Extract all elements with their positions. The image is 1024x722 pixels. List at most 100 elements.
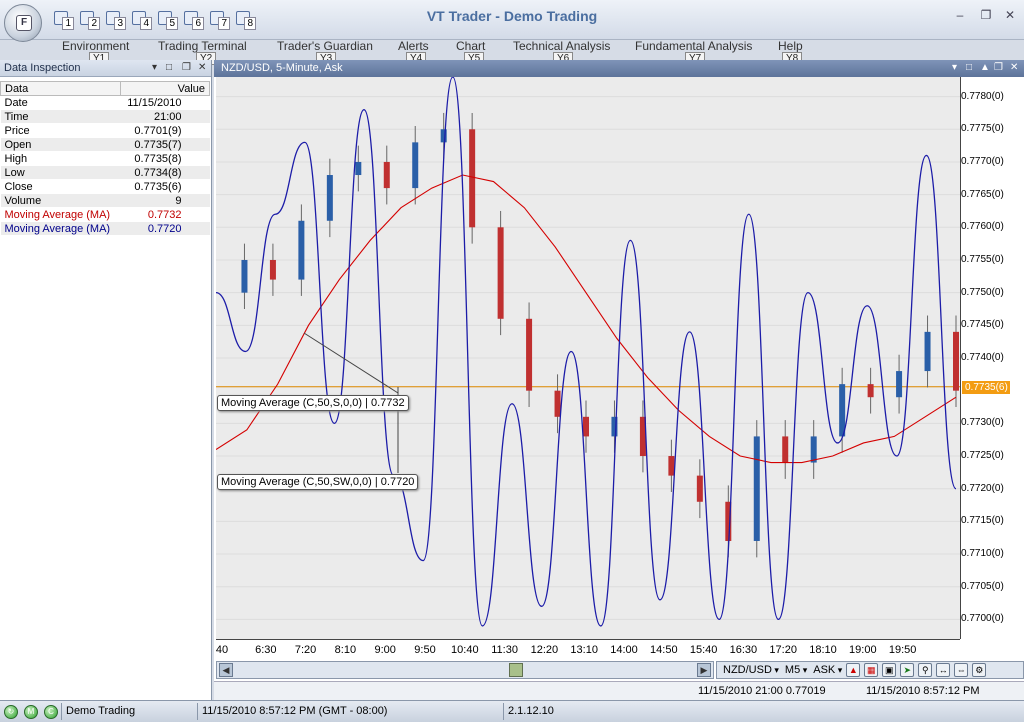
candle-body — [298, 220, 305, 280]
pin-icon[interactable]: ▲ — [980, 60, 990, 76]
table-row[interactable]: Volume 9 — [0, 193, 210, 208]
minimize-icon[interactable]: – — [950, 8, 970, 22]
period-dropdown[interactable]: M5 — [785, 664, 807, 676]
chart-plot-area[interactable]: Moving Average (C,50,S,0,0) | 0.7732 Mov… — [216, 77, 960, 639]
row-label: Close — [0, 179, 121, 194]
x-tick-label: 19:50 — [888, 644, 917, 656]
menu-trading-terminal[interactable]: Trading Terminal — [158, 39, 247, 53]
scroll-right-icon[interactable]: ▶ — [697, 663, 711, 677]
y-tick-label: 0.7700(0) — [961, 613, 1004, 625]
table-row[interactable]: Date 11/15/2010 — [0, 95, 210, 110]
table-row[interactable]: Time 21:00 — [0, 109, 210, 124]
connection-icon[interactable]: ↻ — [4, 705, 18, 719]
y-tick-label: 0.7745(0) — [961, 319, 1004, 331]
ma-weighted-label[interactable]: Moving Average (C,50,SW,0,0) | 0.7720 — [217, 474, 419, 490]
symbol-dropdown[interactable]: NZD/USD — [723, 664, 779, 676]
float-icon[interactable]: ❐ — [182, 60, 191, 76]
scroll-thumb[interactable] — [509, 663, 523, 677]
menu-technical-analysis[interactable]: Technical Analysis — [513, 39, 610, 53]
x-tick-label: 6:30 — [255, 644, 277, 656]
zoom-icon[interactable]: ⚲ — [918, 663, 933, 677]
price-axis[interactable]: 0.7735(6) 0.7780(0) 0.7775(0) 0.7770(0) 0.7… — [960, 77, 1024, 639]
compress-icon[interactable]: ⇔ — [954, 663, 969, 677]
candle-body — [469, 129, 476, 228]
time-axis[interactable]: 40 6:30 7:20 8:10 9:00 9:50 10:40 11:30 12:20 13:… — [216, 639, 960, 659]
panel-header: Data Inspection ▾ □ ❐ ✕ — [0, 60, 211, 77]
data-inspection-panel: Data Inspection ▾ □ ❐ ✕ Data Value Date 1… — [0, 60, 212, 700]
x-tick-label: 7:20 — [294, 644, 317, 656]
y-tick-label: 0.7775(0) — [961, 123, 1004, 135]
menu-bar: Environment Trading Terminal Trader's Gu… — [0, 38, 1024, 65]
y-tick-label: 0.7710(0) — [961, 548, 1004, 560]
x-tick-label: 14:00 — [610, 644, 638, 656]
settings-icon[interactable]: ⚙ — [972, 663, 987, 677]
menu-alerts[interactable]: Alerts — [398, 39, 429, 53]
row-value: 0.7735(7) — [120, 137, 210, 152]
candle-body — [583, 416, 589, 437]
version: 2.1.12.10 — [503, 703, 1024, 720]
candle-body — [696, 475, 703, 502]
table-row[interactable]: Moving Average (MA) 0.7732 — [0, 207, 210, 222]
close-icon[interactable]: ✕ — [1000, 8, 1020, 22]
weighted-ma-line — [216, 77, 957, 627]
column-header: Data — [0, 81, 121, 96]
side-dropdown[interactable]: ASK — [813, 664, 842, 676]
candle-body — [782, 436, 789, 463]
x-tick-label: 12:20 — [530, 644, 559, 656]
y-tick-label: 0.7780(0) — [961, 90, 1004, 102]
y-tick-label: 0.7760(0) — [961, 221, 1004, 233]
candle-body — [924, 331, 931, 372]
grid-icon[interactable]: ▦ — [864, 663, 879, 677]
dropdown-icon[interactable]: ▾ — [952, 60, 957, 76]
table-row[interactable]: Moving Average (MA) 0.7720 — [0, 221, 210, 236]
market-icon[interactable]: M — [24, 705, 38, 719]
y-tick-label: 0.7755(0) — [961, 253, 1004, 265]
close-icon[interactable]: ✕ — [198, 60, 206, 76]
cursor-icon[interactable]: ➤ — [900, 663, 915, 677]
candle-body — [668, 456, 675, 476]
chat-icon[interactable]: C — [44, 705, 58, 719]
window-icon[interactable]: ▣ — [882, 663, 897, 677]
table-row[interactable]: Open 0.7735(7) — [0, 137, 210, 152]
dropdown-icon[interactable]: ▾ — [152, 60, 157, 76]
row-value: 21:00 — [120, 109, 210, 124]
chart-svg — [216, 77, 960, 627]
candle-body — [896, 371, 903, 398]
menu-environment[interactable]: Environment — [62, 39, 129, 53]
float-icon[interactable]: ❐ — [994, 60, 1003, 76]
row-label: Low — [0, 165, 121, 180]
x-tick-label: 9:50 — [414, 644, 436, 656]
y-tick-label: 0.7770(0) — [961, 155, 1004, 167]
x-tick-label: 9:00 — [374, 644, 396, 656]
connection-status: Demo Trading — [61, 703, 196, 720]
application-menu-button[interactable]: F — [4, 4, 42, 42]
restore-icon[interactable]: ❐ — [976, 8, 996, 22]
panel-title: Data Inspection — [4, 62, 81, 74]
bar-info: 11/15/2010 21:00 0.77019 — [698, 685, 826, 697]
window-title: VT Trader - Demo Trading — [426, 8, 598, 24]
menu-chart[interactable]: Chart — [456, 39, 485, 53]
scale-icon[interactable]: ↔ — [936, 663, 951, 677]
data-table: Data Value Date 11/15/2010 Time 21:00 Price 0… — [0, 81, 210, 236]
scroll-left-icon[interactable]: ◀ — [219, 663, 233, 677]
maximize-icon[interactable]: □ — [166, 60, 172, 76]
close-icon[interactable]: ✕ — [1010, 60, 1018, 76]
table-row[interactable]: Low 0.7734(8) — [0, 165, 210, 180]
row-value: 0.7735(6) — [120, 179, 210, 194]
table-row[interactable]: Close 0.7735(6) — [0, 179, 210, 194]
candle-body — [867, 384, 874, 398]
y-tick-label: 0.7740(0) — [961, 352, 1004, 363]
ma-simple-label[interactable]: Moving Average (C,50,S,0,0) | 0.7732 — [217, 395, 409, 411]
y-tick-label: 0.7705(0) — [961, 580, 1004, 592]
chart-scrollbar[interactable]: ◀ ▶ — [216, 661, 714, 679]
table-row[interactable]: High 0.7735(8) — [0, 151, 210, 166]
row-label: Moving Average (MA) — [0, 221, 121, 236]
candle-body — [526, 318, 533, 391]
menu-help[interactable]: Help — [778, 39, 803, 53]
maximize-icon[interactable]: □ — [966, 60, 972, 76]
table-row[interactable]: Price 0.7701(9) — [0, 123, 210, 138]
candle-style-icon[interactable]: ▲ — [846, 663, 861, 677]
menu-fundamental-analysis[interactable]: Fundamental Analysis — [635, 39, 752, 53]
menu-traders-guardian[interactable]: Trader's Guardian — [277, 39, 373, 53]
row-label: Time — [0, 109, 121, 124]
